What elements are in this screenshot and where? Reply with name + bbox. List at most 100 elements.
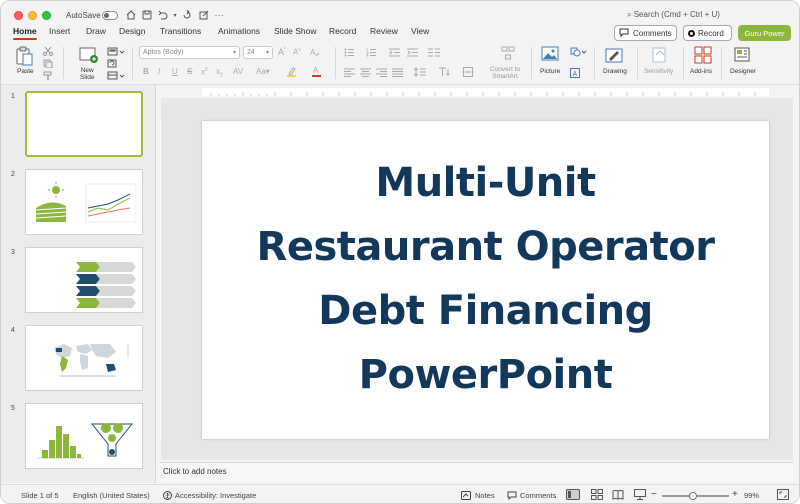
reset-icon[interactable] xyxy=(107,59,117,70)
reading-view-button[interactable] xyxy=(612,489,624,502)
subscript-icon[interactable]: x2 xyxy=(216,67,223,79)
thumbnail-farm-chart-graphic xyxy=(35,182,137,223)
horizontal-ruler[interactable] xyxy=(161,87,793,97)
undo-dropdown-icon[interactable]: ▾ xyxy=(169,9,181,21)
designer-icon[interactable] xyxy=(734,46,754,66)
tab-review[interactable]: Review xyxy=(370,26,398,36)
tab-slide-show[interactable]: Slide Show xyxy=(274,26,317,36)
undo-icon[interactable] xyxy=(157,9,169,21)
search-box[interactable]: ⌕ Search (Cmd + Ctrl + U) xyxy=(627,10,720,20)
tab-transitions[interactable]: Transitions xyxy=(160,26,201,36)
picture-icon[interactable] xyxy=(541,46,561,64)
textbox-icon[interactable]: A xyxy=(570,68,580,80)
align-right-icon[interactable] xyxy=(376,68,388,79)
slide-thumbnail-5[interactable] xyxy=(25,403,143,469)
tab-draw[interactable]: Draw xyxy=(86,26,106,36)
smartart-icon[interactable] xyxy=(501,46,515,62)
new-slide-icon[interactable] xyxy=(79,46,99,66)
picture-label[interactable]: Picture xyxy=(540,68,560,75)
customize-icon[interactable] xyxy=(198,9,210,21)
underline-icon[interactable]: U xyxy=(172,67,178,76)
designer-label[interactable]: Designer xyxy=(730,68,756,75)
zoom-in-icon[interactable]: + xyxy=(732,489,738,500)
addins-label[interactable]: Add-ins xyxy=(690,68,712,75)
line-spacing-icon[interactable] xyxy=(413,67,430,79)
more-options-icon[interactable]: ··· xyxy=(213,9,225,21)
italic-icon[interactable]: I xyxy=(158,67,160,76)
slide-title[interactable]: Multi-Unit Restaurant Operator Debt Fina… xyxy=(202,151,769,407)
record-button[interactable]: Record xyxy=(683,25,732,41)
cut-icon[interactable] xyxy=(43,46,53,58)
decrease-font-icon[interactable]: Av xyxy=(293,47,301,57)
strikethrough-icon[interactable]: S xyxy=(187,67,192,76)
change-case-icon[interactable]: Aa▾ xyxy=(256,67,270,76)
numbering-icon[interactable] xyxy=(366,48,380,59)
language-status[interactable]: English (United States) xyxy=(73,491,150,500)
align-left-icon[interactable] xyxy=(344,68,356,79)
increase-indent-icon[interactable] xyxy=(407,48,419,59)
columns-icon[interactable] xyxy=(428,48,440,59)
layout-icon[interactable] xyxy=(107,47,125,58)
tab-home[interactable]: Home xyxy=(13,26,37,36)
superscript-icon[interactable]: x2 xyxy=(201,67,208,77)
bold-icon[interactable]: B xyxy=(143,67,149,76)
comments-toggle[interactable]: Comments xyxy=(520,491,556,500)
thumbnail-histogram-graphic xyxy=(38,423,134,459)
slide-thumbnail-2[interactable] xyxy=(25,169,143,235)
drawing-icon[interactable] xyxy=(605,46,625,66)
zoom-window-button[interactable] xyxy=(42,11,51,20)
align-text-icon[interactable] xyxy=(463,67,475,79)
addins-icon[interactable] xyxy=(694,46,712,66)
align-center-icon[interactable] xyxy=(360,68,372,79)
paste-icon[interactable] xyxy=(15,46,33,68)
minimize-window-button[interactable] xyxy=(28,11,37,20)
font-color-icon[interactable]: A xyxy=(312,66,326,79)
character-spacing-icon[interactable]: AV xyxy=(233,67,243,76)
convert-smartart-label[interactable]: Convert to SmartArt xyxy=(490,66,520,80)
tab-insert[interactable]: Insert xyxy=(49,26,70,36)
close-window-button[interactable] xyxy=(14,11,23,20)
font-size-select[interactable]: 24 ▾ xyxy=(243,46,273,59)
tab-record[interactable]: Record xyxy=(329,26,356,36)
format-painter-icon[interactable] xyxy=(43,71,53,83)
slideshow-view-button[interactable] xyxy=(634,489,646,502)
text-direction-icon[interactable] xyxy=(438,67,452,79)
autosave-toggle[interactable] xyxy=(102,11,118,20)
drawing-label[interactable]: Drawing xyxy=(603,68,627,75)
sensitivity-icon[interactable] xyxy=(651,46,669,66)
current-slide[interactable]: Multi-Unit Restaurant Operator Debt Fina… xyxy=(202,121,769,439)
notes-toggle[interactable]: Notes xyxy=(475,491,495,500)
clear-formatting-icon[interactable]: A xyxy=(310,47,320,59)
tab-view[interactable]: View xyxy=(411,26,429,36)
home-icon[interactable] xyxy=(125,9,137,21)
ribbon-separator xyxy=(594,47,595,79)
sensitivity-label[interactable]: Sensitivity xyxy=(644,68,673,75)
tab-design[interactable]: Design xyxy=(119,26,145,36)
shapes-icon[interactable] xyxy=(570,47,588,59)
highlight-icon[interactable] xyxy=(287,66,301,79)
bullets-icon[interactable] xyxy=(344,48,358,59)
slide-thumbnail-4[interactable] xyxy=(25,325,143,391)
tab-animations[interactable]: Animations xyxy=(218,26,260,36)
zoom-level[interactable]: 99% xyxy=(744,491,759,500)
increase-font-icon[interactable]: A^ xyxy=(278,47,286,57)
save-icon[interactable] xyxy=(141,9,153,21)
guru-power-button[interactable]: Guru Power xyxy=(738,25,791,41)
comments-button[interactable]: Comments xyxy=(614,25,677,41)
slide-thumbnail-3[interactable] xyxy=(25,247,143,313)
decrease-indent-icon[interactable] xyxy=(389,48,401,59)
section-icon[interactable] xyxy=(107,71,125,82)
normal-view-button[interactable] xyxy=(566,489,580,502)
zoom-slider-handle[interactable] xyxy=(689,492,697,500)
zoom-out-icon[interactable]: − xyxy=(651,489,657,500)
notes-pane[interactable]: Click to add notes xyxy=(159,462,793,482)
slide-thumbnail-1[interactable] xyxy=(25,91,143,157)
redo-icon[interactable] xyxy=(181,9,193,21)
slide-sorter-view-button[interactable] xyxy=(591,489,603,502)
slide-number: 1 xyxy=(11,93,15,100)
fit-to-window-icon[interactable] xyxy=(777,489,789,502)
copy-icon[interactable] xyxy=(43,59,53,70)
font-name-select[interactable]: Aptos (Body) ▾ xyxy=(139,46,240,59)
justify-icon[interactable] xyxy=(392,68,404,79)
accessibility-status[interactable]: Accessibility: Investigate xyxy=(175,491,256,500)
